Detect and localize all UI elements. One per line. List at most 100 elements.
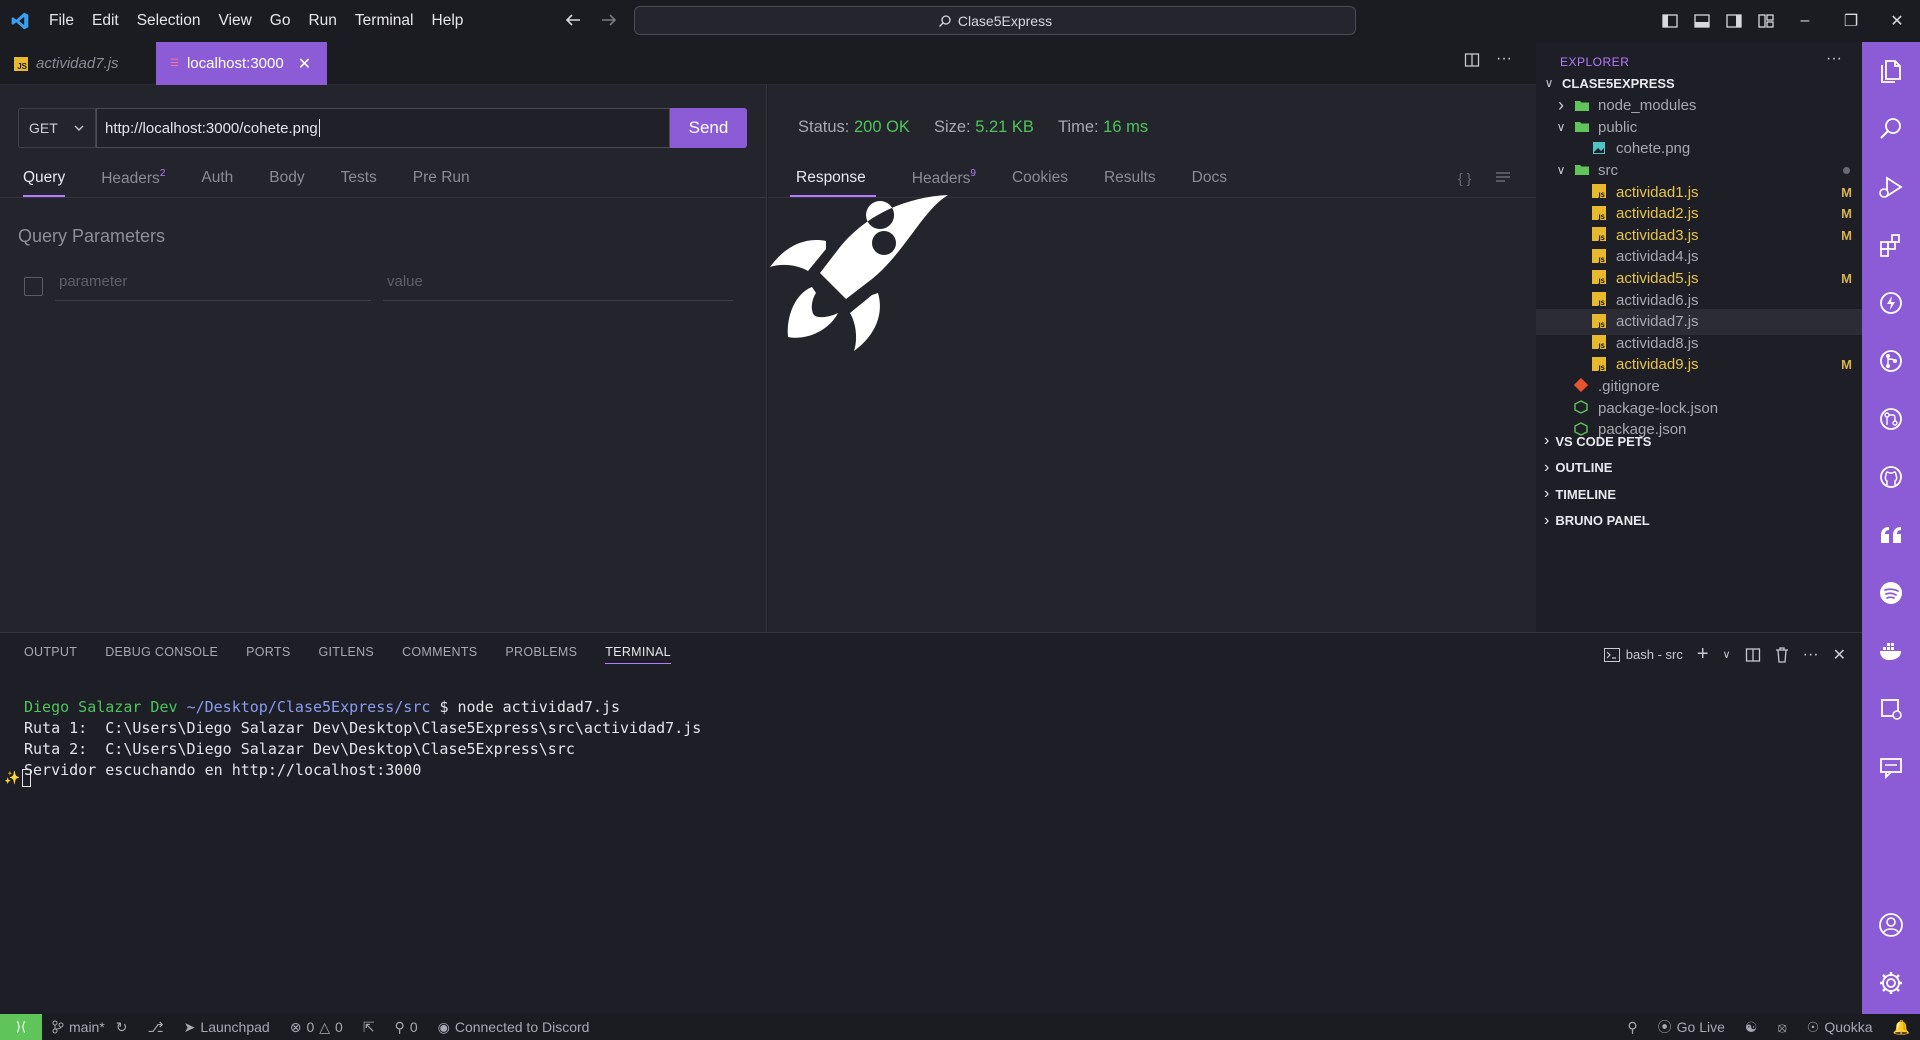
section-vs-code-pets[interactable]: › VS CODE PETS (1536, 428, 1862, 454)
tab-results[interactable]: Results (1104, 169, 1156, 197)
spotify-icon[interactable] (1862, 564, 1920, 622)
forward-arrow-icon[interactable] (598, 9, 620, 31)
launchpad-item[interactable]: ➤ Launchpad (174, 1014, 280, 1040)
github-icon[interactable] (1862, 448, 1920, 506)
gitlens-icon[interactable] (1862, 390, 1920, 448)
chevron-down-icon[interactable]: ∨ (1723, 648, 1731, 661)
tab-headers[interactable]: Headers2 (101, 168, 165, 197)
menu-file[interactable]: File (40, 12, 83, 30)
more-actions-icon[interactable]: ··· (1496, 51, 1512, 68)
quokka-item[interactable]: ☉ Quokka (1797, 1014, 1883, 1040)
tab-gitlens[interactable]: GITLENS (318, 645, 374, 664)
terminal-output[interactable]: Diego Salazar Dev ~/Desktop/Clase5Expres… (24, 697, 701, 781)
explorer-icon[interactable] (1862, 42, 1920, 100)
menu-view[interactable]: View (209, 12, 260, 30)
param-enable-checkbox[interactable] (24, 277, 43, 296)
tab-actividad7[interactable]: JS actividad7.js (0, 42, 156, 85)
extensions-icon[interactable] (1862, 216, 1920, 274)
toggle-secondary-sidebar-icon[interactable] (1718, 0, 1750, 42)
remote-explorer-icon[interactable] (1862, 680, 1920, 738)
tab-response-headers[interactable]: Headers9 (912, 168, 976, 197)
comments-icon[interactable] (1862, 738, 1920, 796)
section-bruno-panel[interactable]: › BRUNO PANEL (1536, 508, 1862, 534)
golive-item[interactable]: ⦿ Go Live (1648, 1014, 1735, 1040)
section-outline[interactable]: › OUTLINE (1536, 455, 1862, 481)
remote-icon[interactable]: ⟩⟨ (0, 1014, 42, 1040)
docker-icon[interactable] (1862, 622, 1920, 680)
tab-body[interactable]: Body (269, 169, 304, 197)
git-graph-item[interactable]: ⎇ (138, 1014, 174, 1040)
account-icon[interactable] (1862, 896, 1920, 954)
close-panel-icon[interactable]: ✕ (1833, 645, 1846, 665)
gear-icon[interactable] (1862, 954, 1920, 1012)
tab-comments[interactable]: COMMENTS (402, 645, 477, 664)
menu-terminal[interactable]: Terminal (346, 12, 423, 30)
quote-icon[interactable] (1862, 506, 1920, 564)
tab-cookies[interactable]: Cookies (1012, 169, 1068, 197)
tab-pre-run[interactable]: Pre Run (413, 169, 470, 197)
tab-debug-console[interactable]: DEBUG CONSOLE (105, 645, 218, 664)
terminal-name: bash - src (1625, 647, 1683, 662)
split-editor-icon[interactable] (1464, 52, 1480, 68)
branch-item[interactable]: main* ↻ (42, 1014, 138, 1040)
tab-localhost[interactable]: ☰ localhost:3000 ✕ (156, 42, 327, 85)
tab-tests[interactable]: Tests (341, 169, 377, 197)
minimize-button[interactable]: – (1782, 0, 1828, 42)
source-control-icon[interactable] (1862, 332, 1920, 390)
more-actions-icon[interactable]: ··· (1803, 646, 1819, 664)
send-button[interactable]: Send (670, 108, 747, 148)
close-icon[interactable]: ✕ (298, 54, 311, 74)
js-file-icon: JS (1592, 313, 1608, 330)
tab-docs[interactable]: Docs (1192, 169, 1227, 197)
split-terminal-icon[interactable] (1745, 647, 1761, 663)
restore-button[interactable]: ❐ (1828, 0, 1874, 42)
toggle-sidebar-icon[interactable] (1654, 0, 1686, 42)
discord-item[interactable]: ◉ Connected to Discord (428, 1014, 600, 1040)
section-timeline[interactable]: › TIMELINE (1536, 481, 1862, 507)
run-debug-icon[interactable] (1862, 158, 1920, 216)
output-item[interactable]: ⇱ (353, 1014, 385, 1040)
discord-label: Connected to Discord (454, 1019, 590, 1035)
svg-text:JS: JS (1597, 278, 1605, 284)
menu-lines-icon[interactable] (1495, 170, 1511, 186)
menu-selection[interactable]: Selection (128, 12, 210, 30)
menu-run[interactable]: Run (299, 12, 345, 30)
more-actions-icon[interactable]: ··· (1826, 50, 1842, 68)
back-arrow-icon[interactable] (562, 9, 584, 31)
bottom-panel: OUTPUT DEBUG CONSOLE PORTS GITLENS COMME… (0, 632, 1862, 1014)
menu-go[interactable]: Go (261, 12, 300, 30)
url-input[interactable]: http://localhost:3000/cohete.png (96, 108, 670, 148)
notifications-item[interactable]: 🔔 (1883, 1014, 1920, 1040)
customize-layout-icon[interactable] (1750, 0, 1782, 42)
tab-ports[interactable]: PORTS (246, 645, 290, 664)
close-window-button[interactable]: ✕ (1874, 0, 1920, 42)
tab-response[interactable]: Response (790, 169, 876, 197)
zoom-item[interactable]: ⚲ (1617, 1014, 1647, 1040)
problems-item[interactable]: ⊗ 0 △ 0 (280, 1014, 353, 1040)
tab-auth[interactable]: Auth (201, 169, 233, 197)
ports-item[interactable]: ⚲ 0 (385, 1014, 428, 1040)
toggle-panel-icon[interactable] (1686, 0, 1718, 42)
ports-count: 0 (409, 1019, 418, 1035)
param-name-input[interactable]: parameter (55, 273, 371, 301)
thunder-client-icon[interactable] (1862, 274, 1920, 332)
tab-output[interactable]: OUTPUT (24, 645, 77, 664)
terminal-selector[interactable]: bash - src (1603, 647, 1683, 662)
braces-icon[interactable]: { } (1458, 170, 1471, 186)
command-center[interactable]: Clase5Express (634, 6, 1356, 35)
menu-edit[interactable]: Edit (83, 12, 128, 30)
tab-problems[interactable]: PROBLEMS (505, 645, 577, 664)
trash-icon[interactable] (1775, 646, 1789, 663)
param-value-input[interactable]: value (383, 273, 733, 301)
chevron-down-icon (73, 122, 85, 134)
copilot-item[interactable]: ☯ (1735, 1014, 1768, 1040)
sync-icon[interactable]: ↻ (116, 1019, 128, 1036)
prettier-item[interactable]: ⦻ (1767, 1014, 1796, 1040)
method-select[interactable]: GET (18, 108, 96, 148)
menu-help[interactable]: Help (423, 12, 473, 30)
search-icon[interactable] (1862, 100, 1920, 158)
tab-terminal[interactable]: TERMINAL (605, 645, 671, 664)
section-label: TIMELINE (1555, 486, 1616, 502)
tab-query[interactable]: Query (23, 169, 66, 197)
new-terminal-icon[interactable]: + (1697, 643, 1709, 666)
